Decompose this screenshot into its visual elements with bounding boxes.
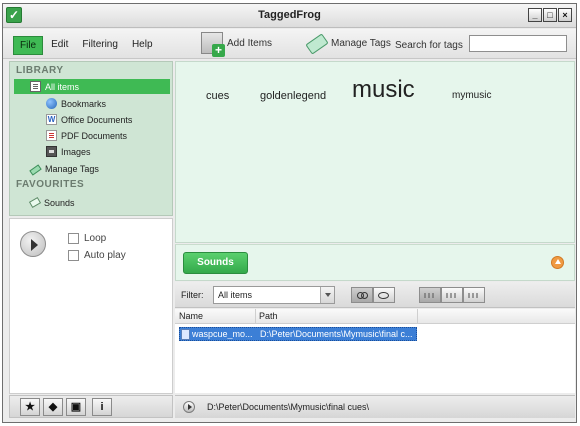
- chevron-down-icon: [320, 287, 334, 303]
- sidebar-item-label: Office Documents: [61, 114, 133, 125]
- title-bar[interactable]: ✓ TaggedFrog _ □ ×: [3, 4, 576, 28]
- autoplay-checkbox[interactable]: Auto play: [68, 250, 126, 261]
- autoplay-checkbox-box[interactable]: [68, 250, 79, 261]
- status-path: D:\Peter\Documents\Mymusic\final cues\: [207, 402, 370, 412]
- image-icon: [46, 146, 57, 157]
- union-mode-button[interactable]: [373, 287, 395, 303]
- player-panel: Loop Auto play: [9, 218, 173, 394]
- tag-cues[interactable]: cues: [206, 90, 229, 102]
- column-divider[interactable]: [417, 309, 418, 324]
- all-items-icon: [30, 81, 41, 92]
- manage-tags-label: Manage Tags: [331, 37, 391, 49]
- intersect-icon-ring: [361, 292, 368, 299]
- menu-help[interactable]: Help: [126, 36, 159, 55]
- sidebar-item-label: Bookmarks: [61, 98, 107, 109]
- sidebar-item-bookmarks[interactable]: Bookmarks: [46, 96, 106, 111]
- cell-name: waspcue_mo...: [192, 329, 253, 339]
- tag-mymusic[interactable]: mymusic: [452, 90, 491, 101]
- maximize-button[interactable]: □: [543, 8, 557, 22]
- manage-tags-button[interactable]: Manage Tags: [305, 32, 391, 54]
- favourite-star-button[interactable]: ★: [20, 398, 40, 416]
- intersect-mode-button[interactable]: [351, 287, 373, 303]
- filter-bar: Filter: All items: [175, 282, 575, 308]
- column-header-name[interactable]: Name: [179, 311, 203, 321]
- sidebar-tool-buttons: ★ ◆ ▣ i: [9, 395, 173, 418]
- table-header: Name Path: [175, 309, 575, 324]
- sidebar: LIBRARY All items Bookmarks W Office Doc…: [9, 61, 173, 216]
- match-mode-toggle: [351, 287, 395, 303]
- sidebar-item-label: PDF Documents: [61, 130, 128, 141]
- filter-select[interactable]: All items: [213, 286, 335, 304]
- audio-file-icon: [181, 329, 190, 340]
- add-items-icon: [201, 32, 225, 57]
- menu-file[interactable]: File: [13, 36, 44, 55]
- globe-icon: [46, 98, 57, 109]
- table-row[interactable]: waspcue_mo... D:\Peter\Documents\Mymusic…: [179, 327, 417, 341]
- filter-selected-value: All items: [218, 290, 253, 300]
- tiles-icon: [424, 293, 436, 298]
- window-title: TaggedFrog: [258, 9, 321, 21]
- tag-pen-icon: [29, 163, 42, 176]
- word-icon: W: [46, 114, 57, 125]
- favourite-item-label: Sounds: [44, 197, 75, 208]
- sidebar-item-label: All items: [45, 81, 80, 92]
- sidebar-item-office-documents[interactable]: W Office Documents: [46, 112, 132, 127]
- favourites-heading: FAVOURITES: [16, 179, 85, 190]
- loop-checkbox-box[interactable]: [68, 233, 79, 244]
- sidebar-item-pdf-documents[interactable]: PDF Documents: [46, 128, 127, 143]
- add-items-button[interactable]: Add Items: [201, 32, 273, 57]
- collapse-up-icon[interactable]: [551, 256, 564, 269]
- column-header-path[interactable]: Path: [259, 311, 278, 321]
- info-button[interactable]: i: [92, 398, 112, 416]
- search-label: Search for tags: [395, 40, 463, 51]
- menu-edit[interactable]: Edit: [45, 36, 74, 55]
- filter-label: Filter:: [181, 290, 204, 300]
- view-details-button[interactable]: [463, 287, 485, 303]
- pdf-icon: [46, 130, 57, 141]
- details-icon: [468, 293, 480, 298]
- cell-path: D:\Peter\Documents\Mymusic\final c...: [260, 329, 413, 339]
- sidebar-item-all-items[interactable]: All items: [14, 79, 170, 94]
- active-tag-sounds-button[interactable]: Sounds: [183, 252, 248, 274]
- sidebar-item-images[interactable]: Images: [46, 144, 91, 159]
- tag-button[interactable]: ◆: [43, 398, 63, 416]
- loop-checkbox[interactable]: Loop: [68, 233, 106, 244]
- file-table: Name Path waspcue_mo... D:\Peter\Documen…: [175, 309, 575, 393]
- union-icon: [378, 292, 389, 299]
- tag-cloud: cues goldenlegend music mymusic: [175, 61, 575, 243]
- menu-filtering[interactable]: Filtering: [76, 36, 124, 55]
- open-location-icon[interactable]: [183, 401, 195, 413]
- close-button[interactable]: ×: [558, 8, 572, 22]
- autoplay-label: Auto play: [84, 250, 126, 261]
- tag-goldenlegend[interactable]: goldenlegend: [260, 90, 326, 102]
- sidebar-item-manage-tags[interactable]: Manage Tags: [29, 161, 99, 176]
- status-bar: D:\Peter\Documents\Mymusic\final cues\: [175, 395, 575, 418]
- favourite-item-sounds[interactable]: Sounds: [28, 195, 75, 210]
- play-button[interactable]: [20, 231, 46, 257]
- tag-icon: [28, 196, 42, 209]
- view-icons-button[interactable]: [441, 287, 463, 303]
- app-window: ✓ TaggedFrog _ □ × File Edit Filtering H…: [2, 3, 577, 423]
- loop-label: Loop: [84, 233, 107, 244]
- menu-bar: File Edit Filtering Help: [13, 36, 159, 55]
- toolbar: File Edit Filtering Help Add Items Manag…: [3, 29, 576, 59]
- preview-button[interactable]: ▣: [66, 398, 86, 416]
- sidebar-item-label: Manage Tags: [45, 163, 99, 174]
- add-items-label: Add Items: [227, 37, 273, 49]
- tag-music[interactable]: music: [352, 76, 415, 104]
- search-input[interactable]: [469, 35, 567, 52]
- sidebar-item-label: Images: [61, 146, 91, 157]
- column-divider[interactable]: [255, 309, 256, 324]
- minimize-button[interactable]: _: [528, 8, 542, 22]
- view-tiles-button[interactable]: [419, 287, 441, 303]
- view-mode-toggle: [419, 287, 485, 303]
- icons-icon: [446, 293, 458, 298]
- library-heading: LIBRARY: [16, 65, 64, 76]
- active-tags-bar: Sounds: [175, 244, 575, 281]
- window-controls: _ □ ×: [528, 8, 572, 22]
- manage-tags-icon: [305, 32, 327, 54]
